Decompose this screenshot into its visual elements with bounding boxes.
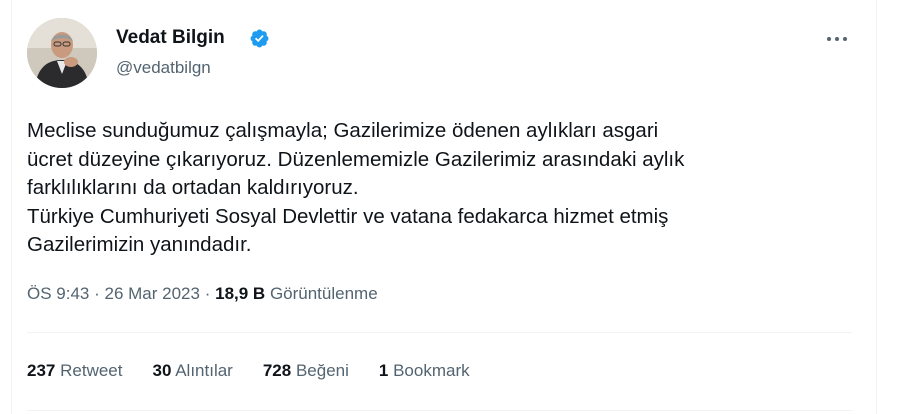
bookmarks-count: 1 — [378, 361, 389, 380]
author-handle[interactable]: @vedatbilgn — [116, 58, 211, 78]
tweet-time[interactable]: ÖS 9:43 — [27, 284, 89, 303]
dot — [827, 37, 831, 41]
likes-label: Beğeni — [295, 361, 349, 380]
divider — [27, 332, 852, 333]
dot — [835, 37, 839, 41]
dot — [843, 37, 847, 41]
retweets-stat[interactable]: 237 Retweet — [27, 361, 122, 381]
more-options-icon[interactable] — [820, 25, 854, 53]
views-label: Görüntülenme — [269, 284, 378, 303]
avatar[interactable] — [27, 18, 97, 88]
verified-badge-icon — [250, 29, 269, 48]
tweet-text: Meclise sunduğumuz çalışmayla; Gazilerim… — [27, 119, 685, 256]
tweet-card: Vedat Bilgin @vedatbilgn Meclise sunduğu… — [12, 0, 876, 414]
likes-count: 728 — [262, 361, 292, 380]
quotes-stat[interactable]: 30 Alıntılar — [152, 361, 232, 381]
bookmarks-stat[interactable]: 1 Bookmark — [379, 361, 470, 381]
tweet-meta: ÖS 9:43 · 26 Mar 2023 · 18,9 B Görüntüle… — [27, 284, 378, 304]
quotes-label: Alıntılar — [175, 361, 233, 380]
frame-border-right — [876, 0, 877, 414]
meta-separator: · — [94, 284, 100, 303]
views-count: 18,9 B — [215, 284, 266, 303]
retweets-label: Retweet — [60, 361, 123, 380]
meta-separator: · — [204, 284, 211, 303]
tweet-date[interactable]: 26 Mar 2023 — [105, 284, 200, 303]
quotes-count: 30 — [152, 361, 172, 380]
likes-stat[interactable]: 728 Beğeni — [263, 361, 349, 381]
divider — [27, 410, 852, 411]
retweets-count: 237 — [27, 361, 56, 380]
author-name[interactable]: Vedat Bilgin — [116, 27, 225, 49]
engagement-stats: 237 Retweet 30 Alıntılar 728 Beğeni 1 Bo… — [27, 361, 500, 381]
bookmarks-label: Bookmark — [393, 361, 470, 380]
